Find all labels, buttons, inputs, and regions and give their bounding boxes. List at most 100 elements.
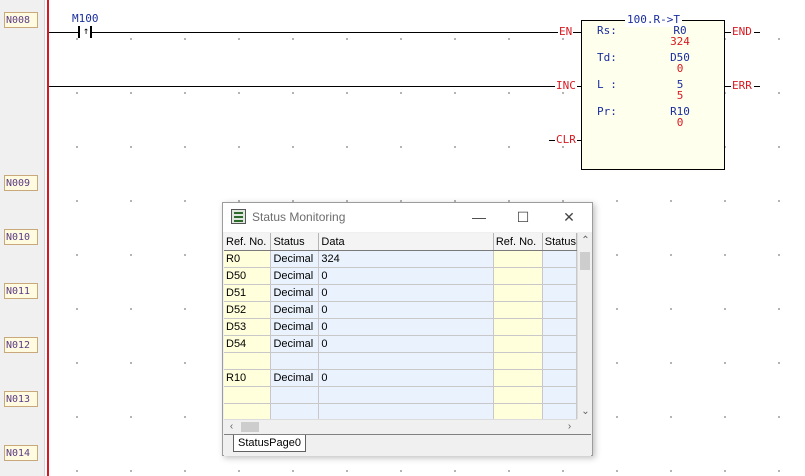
horizontal-scrollbar[interactable]: ‹ › (224, 419, 577, 434)
table-row[interactable]: D50 Decimal 0 (224, 267, 577, 285)
cell[interactable] (493, 386, 543, 404)
rising-edge-contact-icon[interactable]: ↑ (78, 26, 92, 38)
tab-statuspage0[interactable]: StatusPage0 (233, 435, 306, 452)
cell[interactable]: Decimal (270, 250, 320, 268)
cell[interactable] (542, 352, 577, 370)
scrollbar-corner (577, 419, 592, 434)
cell[interactable] (542, 318, 577, 336)
network-label[interactable]: N014 (4, 445, 38, 461)
network-label[interactable]: N008 (4, 12, 38, 28)
rung-wire (92, 32, 558, 33)
column-header-ref-no[interactable]: Ref. No. (224, 233, 272, 251)
cell[interactable]: Decimal (270, 318, 320, 336)
cell[interactable] (318, 352, 494, 370)
cell[interactable] (542, 284, 577, 302)
cell[interactable]: 0 (318, 335, 494, 353)
table-row[interactable] (224, 403, 577, 419)
pin-wire (754, 86, 760, 87)
cell[interactable]: R0 (224, 250, 272, 268)
cell[interactable]: 324 (318, 250, 494, 268)
cell[interactable]: Decimal (270, 267, 320, 285)
cell[interactable] (542, 267, 577, 285)
cell[interactable] (493, 369, 543, 387)
cell[interactable] (318, 386, 494, 404)
cell[interactable] (493, 335, 543, 353)
cell[interactable]: D51 (224, 284, 272, 302)
cell[interactable] (270, 403, 320, 419)
cell[interactable] (270, 352, 320, 370)
cell[interactable] (542, 369, 577, 387)
scroll-thumb[interactable] (241, 422, 259, 432)
network-label[interactable]: N009 (4, 175, 38, 191)
cell[interactable] (493, 250, 543, 268)
table-row[interactable] (224, 386, 577, 404)
cell[interactable] (542, 335, 577, 353)
cell[interactable] (542, 403, 577, 419)
cell[interactable]: Decimal (270, 284, 320, 302)
cell[interactable]: D54 (224, 335, 272, 353)
cell[interactable] (493, 352, 543, 370)
table-row[interactable]: R10 Decimal 0 (224, 369, 577, 387)
cell[interactable] (493, 284, 543, 302)
network-gutter: N008 N009 N010 N011 N012 N013 N014 (0, 0, 45, 476)
cell[interactable] (493, 301, 543, 319)
cell[interactable]: Decimal (270, 301, 320, 319)
chevron-left-icon[interactable]: ‹ (224, 421, 239, 432)
window-title: Status Monitoring (252, 210, 346, 224)
cell[interactable]: 0 (318, 267, 494, 285)
column-header-ref-no[interactable]: Ref. No. (493, 233, 543, 251)
chevron-up-icon[interactable]: ⌃ (578, 235, 593, 246)
table-row[interactable]: D51 Decimal 0 (224, 284, 577, 302)
function-block[interactable] (581, 20, 725, 170)
cell[interactable] (542, 301, 577, 319)
cell[interactable] (493, 318, 543, 336)
cell[interactable] (224, 386, 272, 404)
cell[interactable]: Decimal (270, 369, 320, 387)
network-label[interactable]: N012 (4, 337, 38, 353)
network-label[interactable]: N010 (4, 229, 38, 245)
cell[interactable] (493, 403, 543, 419)
table-row[interactable]: R0 Decimal 324 (224, 250, 577, 268)
cell[interactable] (318, 403, 494, 419)
minimize-button[interactable]: — (459, 205, 499, 229)
chevron-down-icon[interactable]: ⌄ (578, 406, 593, 417)
network-label[interactable]: N011 (4, 283, 38, 299)
cell[interactable]: D50 (224, 267, 272, 285)
status-grid[interactable]: Ref. No. Status Data Ref. No. Status R0 D… (224, 233, 577, 419)
cell[interactable] (270, 386, 320, 404)
network-label[interactable]: N013 (4, 391, 38, 407)
window-titlebar[interactable]: Status Monitoring — ☐ ✕ (223, 203, 592, 232)
pin-end: END (732, 25, 752, 38)
table-row[interactable] (224, 352, 577, 370)
cell[interactable]: D52 (224, 301, 272, 319)
column-header-data[interactable]: Data (318, 233, 494, 251)
table-row[interactable]: D54 Decimal 0 (224, 335, 577, 353)
cell[interactable]: 0 (318, 369, 494, 387)
param-label: Pr: (597, 105, 617, 118)
cell[interactable] (542, 386, 577, 404)
table-row[interactable]: D53 Decimal 0 (224, 318, 577, 336)
column-header-status[interactable]: Status (270, 233, 320, 251)
chevron-right-icon[interactable]: › (562, 421, 577, 432)
cell[interactable] (224, 403, 272, 419)
cell[interactable] (542, 250, 577, 268)
maximize-button[interactable]: ☐ (503, 205, 543, 229)
rung-wire (49, 86, 555, 87)
cell[interactable] (493, 267, 543, 285)
monitor-icon (231, 209, 246, 224)
column-header-status[interactable]: Status (542, 233, 577, 251)
cell[interactable]: Decimal (270, 335, 320, 353)
vertical-scrollbar[interactable]: ⌃ ⌄ (577, 233, 592, 419)
table-row[interactable]: D52 Decimal 0 (224, 301, 577, 319)
param-value: 0 (676, 116, 684, 129)
close-button[interactable]: ✕ (549, 205, 589, 229)
cell[interactable]: D53 (224, 318, 272, 336)
cell[interactable]: 0 (318, 301, 494, 319)
scroll-thumb[interactable] (580, 252, 590, 270)
pin-wire (754, 32, 760, 33)
cell[interactable]: R10 (224, 369, 272, 387)
cell[interactable] (224, 352, 272, 370)
cell[interactable]: 0 (318, 318, 494, 336)
status-monitoring-window[interactable]: Status Monitoring — ☐ ✕ Ref. No. Status … (222, 202, 593, 456)
cell[interactable]: 0 (318, 284, 494, 302)
